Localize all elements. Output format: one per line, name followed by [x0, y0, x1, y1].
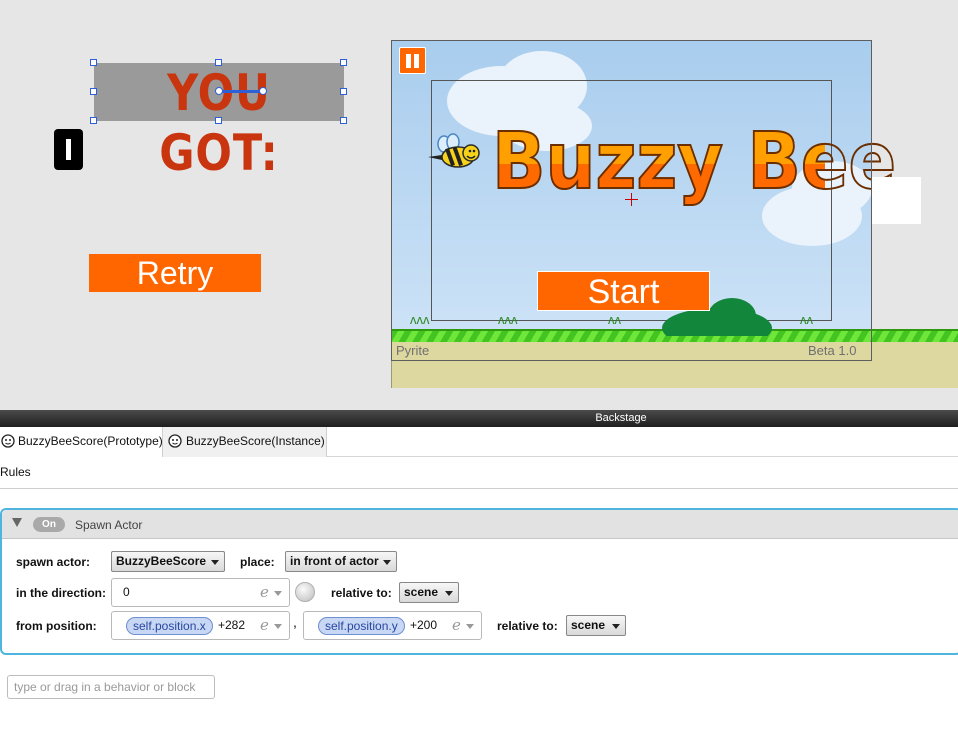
spawn-actor-label: spawn actor:	[16, 555, 91, 569]
sand-ground	[391, 342, 958, 388]
tab-instance-label: BuzzyBeeScore(Instance)	[186, 434, 325, 448]
expression-icon[interactable]: e	[452, 612, 461, 639]
expression-icon[interactable]: e	[260, 579, 269, 606]
comma-separator: ,	[293, 614, 297, 630]
position-relative-value: scene	[571, 618, 606, 632]
divider	[0, 488, 958, 489]
direction-expression-field[interactable]: 0 e	[111, 578, 290, 607]
direction-label: in the direction:	[16, 586, 106, 600]
x-offset-text: +282	[218, 618, 246, 632]
expression-arrow-icon[interactable]	[274, 624, 282, 629]
pause-icon-bar	[414, 54, 419, 68]
direction-relative-dropdown[interactable]: scene	[399, 582, 459, 603]
relative-to-label: relative to:	[331, 586, 392, 600]
behavior-on-toggle[interactable]: On	[33, 517, 65, 532]
resize-handle-bottom-right[interactable]	[340, 117, 347, 124]
place-value: in front of actor	[290, 554, 379, 568]
rules-label: Rules	[0, 465, 31, 479]
y-offset-text: +200	[410, 618, 438, 632]
start-button[interactable]: Start	[537, 271, 710, 311]
pyrite-label: Pyrite	[396, 343, 430, 358]
mask-icon	[1, 434, 15, 448]
self-position-y-token[interactable]: self.position.y	[318, 617, 405, 635]
bee-icon[interactable]	[426, 133, 482, 171]
resize-handle-left[interactable]	[90, 88, 97, 95]
rotation-knob-left[interactable]	[215, 87, 223, 95]
resize-handle-right[interactable]	[340, 88, 347, 95]
expression-arrow-icon[interactable]	[466, 624, 474, 629]
self-position-x-token[interactable]: self.position.x	[126, 617, 213, 635]
tab-prototype[interactable]: BuzzyBeeScore(Prototype)	[0, 427, 163, 457]
behavior-search-input[interactable]	[7, 675, 215, 699]
pause-icon-bar	[406, 54, 411, 68]
resize-handle-top-left[interactable]	[90, 59, 97, 66]
crosshair-marker	[625, 193, 638, 206]
resize-handle-top-right[interactable]	[340, 59, 347, 66]
dropdown-arrow-icon	[445, 591, 453, 596]
position-x-expression-field[interactable]: self.position.x +282 e	[111, 611, 290, 640]
grass-tuft: ᴧᴧ	[800, 312, 813, 327]
tab-prototype-label: BuzzyBeeScore(Prototype)	[18, 434, 163, 448]
dropdown-arrow-icon	[383, 560, 391, 565]
mask-icon	[168, 434, 182, 448]
retry-button[interactable]: Retry	[89, 254, 261, 292]
collapse-triangle-icon[interactable]	[12, 518, 22, 527]
rotation-handle-line[interactable]	[218, 90, 262, 93]
spawn-actor-value: BuzzyBeeScore	[116, 554, 207, 568]
dropdown-arrow-icon	[612, 624, 620, 629]
pause-button[interactable]	[399, 47, 426, 74]
grass-tuft: ᴧᴧᴧ	[410, 312, 430, 327]
backstage-title-bar[interactable]: Backstage	[0, 410, 958, 427]
from-position-label: from position:	[16, 619, 97, 633]
place-dropdown[interactable]: in front of actor	[285, 551, 397, 572]
behavior-header[interactable]: On Spawn Actor	[2, 510, 958, 539]
behavior-title: Spawn Actor	[75, 518, 143, 532]
rotation-knob-right[interactable]	[259, 87, 267, 95]
place-label: place:	[240, 555, 275, 569]
expression-arrow-icon[interactable]	[274, 591, 282, 596]
direction-relative-value: scene	[404, 585, 439, 599]
game-title-logo[interactable]: Buzzy Bee	[491, 112, 897, 212]
direction-value: 0	[123, 585, 130, 599]
backstage-title: Backstage	[595, 412, 647, 424]
position-y-expression-field[interactable]: self.position.y +200 e	[303, 611, 482, 640]
grass-tuft: ᴧᴧᴧ	[498, 312, 518, 327]
position-relative-dropdown[interactable]: scene	[566, 615, 626, 636]
resize-handle-bottom-left[interactable]	[90, 117, 97, 124]
relative-to-label: relative to:	[497, 619, 558, 633]
resize-handle-top[interactable]	[215, 59, 222, 66]
spawn-actor-dropdown[interactable]: BuzzyBeeScore	[111, 551, 225, 572]
version-label: Beta 1.0	[808, 343, 857, 358]
blank-actor[interactable]	[872, 177, 921, 224]
expression-icon[interactable]: e	[260, 612, 269, 639]
score-digit-glyph	[66, 139, 71, 160]
actor-tabs: BuzzyBeeScore(Prototype) BuzzyBeeScore(I…	[0, 427, 958, 457]
dropdown-arrow-icon	[211, 560, 219, 565]
you-got-actor[interactable]: YOU GOT:	[90, 59, 347, 182]
grass-tuft: ᴧᴧ	[608, 312, 621, 327]
tab-instance[interactable]: BuzzyBeeScore(Instance)	[163, 427, 327, 457]
score-display-actor[interactable]	[54, 129, 83, 170]
direction-dial-toggle[interactable]	[295, 582, 315, 602]
resize-handle-bottom[interactable]	[215, 117, 222, 124]
scene-canvas[interactable]: YOU GOT: Retry Buzzy Bee ᴧᴧᴧ ᴧᴧᴧ ᴧᴧ ᴧᴧ P…	[0, 0, 958, 410]
